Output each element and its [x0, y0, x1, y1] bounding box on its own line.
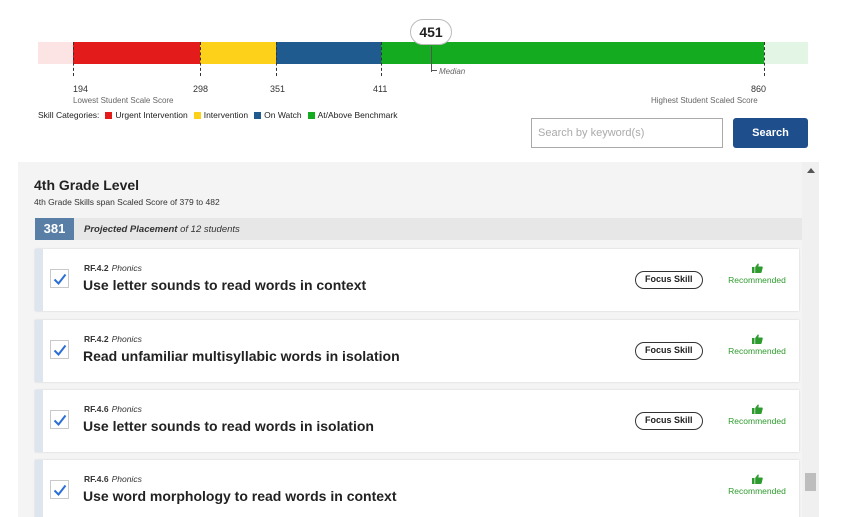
median-marker-line: [431, 46, 432, 72]
tick-line: [200, 42, 201, 76]
standard-domain: Phonics: [111, 474, 142, 484]
skill-standard: RF.4.2 Phonics: [84, 334, 142, 344]
skill-card[interactable]: RF.4.2 Phonics Use letter sounds to read …: [35, 249, 799, 311]
on-watch-segment: [276, 42, 381, 64]
scaled-score-bar: [38, 42, 808, 76]
tick-label-lowest: 194: [73, 84, 89, 94]
at-above-benchmark-segment: [381, 42, 764, 64]
projected-placement-label: Projected Placement: [84, 224, 178, 235]
search-button[interactable]: Search: [733, 118, 808, 148]
projected-placement-text: Projected Placement of 12 students: [84, 224, 240, 235]
tick-line: [73, 42, 74, 76]
recommended-indicator: Recommended: [727, 404, 787, 426]
thumbs-up-icon: [751, 334, 763, 344]
search-input[interactable]: [531, 118, 723, 148]
standard-code: RF.4.2: [84, 263, 109, 273]
recommended-indicator: Recommended: [727, 263, 787, 285]
standard-domain: Phonics: [111, 404, 142, 414]
skill-card[interactable]: RF.4.2 Phonics Read unfamiliar multisylla…: [35, 320, 799, 382]
skill-standard: RF.4.6 Phonics: [84, 404, 142, 414]
legend-swatch: [254, 111, 262, 119]
below-range-segment: [38, 42, 73, 64]
skill-checkbox[interactable]: [50, 269, 69, 288]
skill-checkbox[interactable]: [50, 410, 69, 429]
legend-item-at-above-benchmark: At/Above Benchmark: [307, 110, 398, 120]
legend-item-on-watch: On Watch: [254, 110, 302, 120]
checkmark-icon: [53, 273, 67, 286]
standard-code: RF.4.6: [84, 404, 109, 414]
skill-standard: RF.4.2 Phonics: [84, 263, 142, 273]
thumbs-up-icon: [751, 474, 763, 484]
skill-card[interactable]: RF.4.6 Phonics Use word morphology to rea…: [35, 460, 799, 517]
checkmark-icon: [53, 414, 67, 427]
legend-label: On Watch: [264, 110, 302, 120]
skill-checkbox[interactable]: [50, 340, 69, 359]
legend-swatch: [193, 111, 201, 119]
median-score-bubble: 451: [410, 19, 452, 45]
standard-domain: Phonics: [111, 263, 142, 273]
tick-label-highest: 860: [751, 84, 767, 94]
legend-label: At/Above Benchmark: [317, 110, 398, 120]
scroll-thumb[interactable]: [805, 473, 816, 491]
scroll-up-arrow-icon[interactable]: [807, 168, 815, 173]
panel-scrollbar[interactable]: [802, 162, 819, 517]
skill-title: Use letter sounds to read words in isola…: [83, 418, 374, 434]
focus-skill-badge: Focus Skill: [635, 271, 703, 289]
recommended-indicator: Recommended: [727, 474, 787, 496]
skill-title: Use word morphology to read words in con…: [83, 488, 397, 504]
focus-skill-badge: Focus Skill: [635, 342, 703, 360]
tick-line: [764, 42, 765, 76]
projected-placement-suffix: of 12 students: [180, 224, 240, 235]
projected-placement-row: 381 Projected Placement of 12 students: [35, 218, 802, 240]
tick-line: [276, 42, 277, 76]
grade-level-title: 4th Grade Level: [34, 177, 140, 193]
legend-item-urgent-intervention: Urgent Intervention: [105, 110, 188, 120]
skill-card[interactable]: RF.4.6 Phonics Use letter sounds to read …: [35, 390, 799, 452]
recommended-label: Recommended: [728, 346, 786, 356]
thumbs-up-icon: [751, 404, 763, 414]
tick-label-411: 411: [373, 84, 388, 94]
standard-domain: Phonics: [111, 334, 142, 344]
checkmark-icon: [53, 344, 67, 357]
skill-standard: RF.4.6 Phonics: [84, 474, 142, 484]
standard-code: RF.4.2: [84, 334, 109, 344]
legend-swatch: [105, 111, 113, 119]
checkmark-icon: [53, 484, 67, 497]
thumbs-up-icon: [751, 263, 763, 273]
skill-title: Use letter sounds to read words in conte…: [83, 277, 367, 293]
projected-placement-score: 381: [35, 218, 74, 240]
skills-panel: 4th Grade Level 4th Grade Skills span Sc…: [18, 162, 802, 517]
legend-item-intervention: Intervention: [193, 110, 249, 120]
intervention-segment: [200, 42, 276, 64]
recommended-indicator: Recommended: [727, 334, 787, 356]
highest-score-label: Highest Student Scaled Score: [651, 96, 758, 105]
legend-swatch: [307, 111, 315, 119]
urgent-intervention-segment: [73, 42, 200, 64]
skill-categories-legend: Skill Categories: Urgent Intervention In…: [38, 110, 403, 120]
grade-level-subtitle: 4th Grade Skills span Scaled Score of 37…: [34, 197, 220, 207]
skill-checkbox[interactable]: [50, 480, 69, 499]
legend-title: Skill Categories:: [38, 110, 100, 120]
recommended-label: Recommended: [728, 416, 786, 426]
focus-skill-badge: Focus Skill: [635, 412, 703, 430]
standard-code: RF.4.6: [84, 474, 109, 484]
legend-label: Intervention: [203, 110, 249, 120]
recommended-label: Recommended: [728, 486, 786, 496]
tick-line: [381, 42, 382, 76]
lowest-score-label: Lowest Student Scale Score: [73, 96, 174, 105]
tick-label-351: 351: [270, 84, 286, 94]
above-range-segment: [764, 42, 808, 64]
legend-label: Urgent Intervention: [115, 110, 188, 120]
tick-label-298: 298: [193, 84, 209, 94]
median-label: Median: [439, 67, 466, 76]
skill-title: Read unfamiliar multisyllabic words in i…: [83, 348, 400, 364]
recommended-label: Recommended: [728, 275, 786, 285]
